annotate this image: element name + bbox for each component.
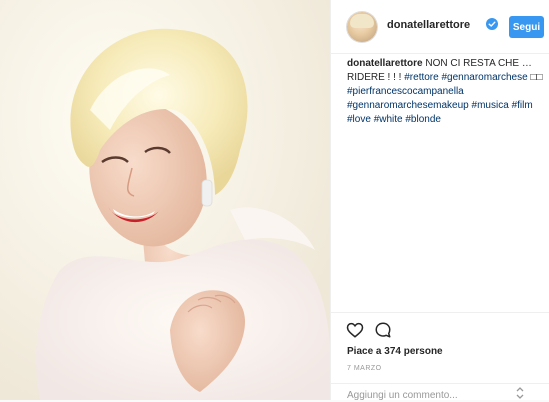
hashtag-link[interactable]: #gennaromarchese [441, 72, 527, 83]
heart-icon[interactable] [346, 321, 364, 339]
instagram-post: donatellarettore Segui donatellarettore … [0, 0, 549, 402]
more-options-icon[interactable] [515, 386, 525, 400]
post-actions: Piace a 374 persone 7 MARZO [331, 312, 549, 402]
caption-username[interactable]: donatellarettore [347, 58, 423, 69]
post-sidebar: donatellarettore Segui donatellarettore … [330, 0, 549, 402]
post-photo[interactable] [0, 0, 330, 400]
hashtag-link[interactable]: #gennaromarchesemakeup [347, 100, 469, 111]
comment-bar [331, 383, 549, 402]
likes-count[interactable]: Piace a 374 persone [347, 346, 443, 357]
caption-segment: □□ [527, 72, 543, 83]
follow-button[interactable]: Segui [509, 16, 544, 38]
hashtag-link[interactable]: #musica [472, 100, 509, 111]
post-header: donatellarettore Segui [331, 0, 549, 54]
hashtag-link[interactable]: #blonde [405, 114, 441, 125]
hashtag-link[interactable]: #white [374, 114, 403, 125]
hashtag-link[interactable]: #film [512, 100, 533, 111]
post-date: 7 MARZO [347, 365, 382, 372]
username-link[interactable]: donatellarettore [387, 19, 470, 31]
verified-badge-icon [486, 18, 498, 30]
comment-icon[interactable] [374, 321, 392, 339]
hashtag-link[interactable]: #love [347, 114, 371, 125]
post-caption: donatellarettore NON CI RESTA CHE … RIDE… [347, 57, 543, 127]
photo-illustration [0, 0, 330, 400]
avatar[interactable] [347, 12, 377, 42]
hashtag-link[interactable]: #pierfrancescocampanella [347, 86, 464, 97]
hashtag-link[interactable]: #rettore [404, 72, 438, 83]
